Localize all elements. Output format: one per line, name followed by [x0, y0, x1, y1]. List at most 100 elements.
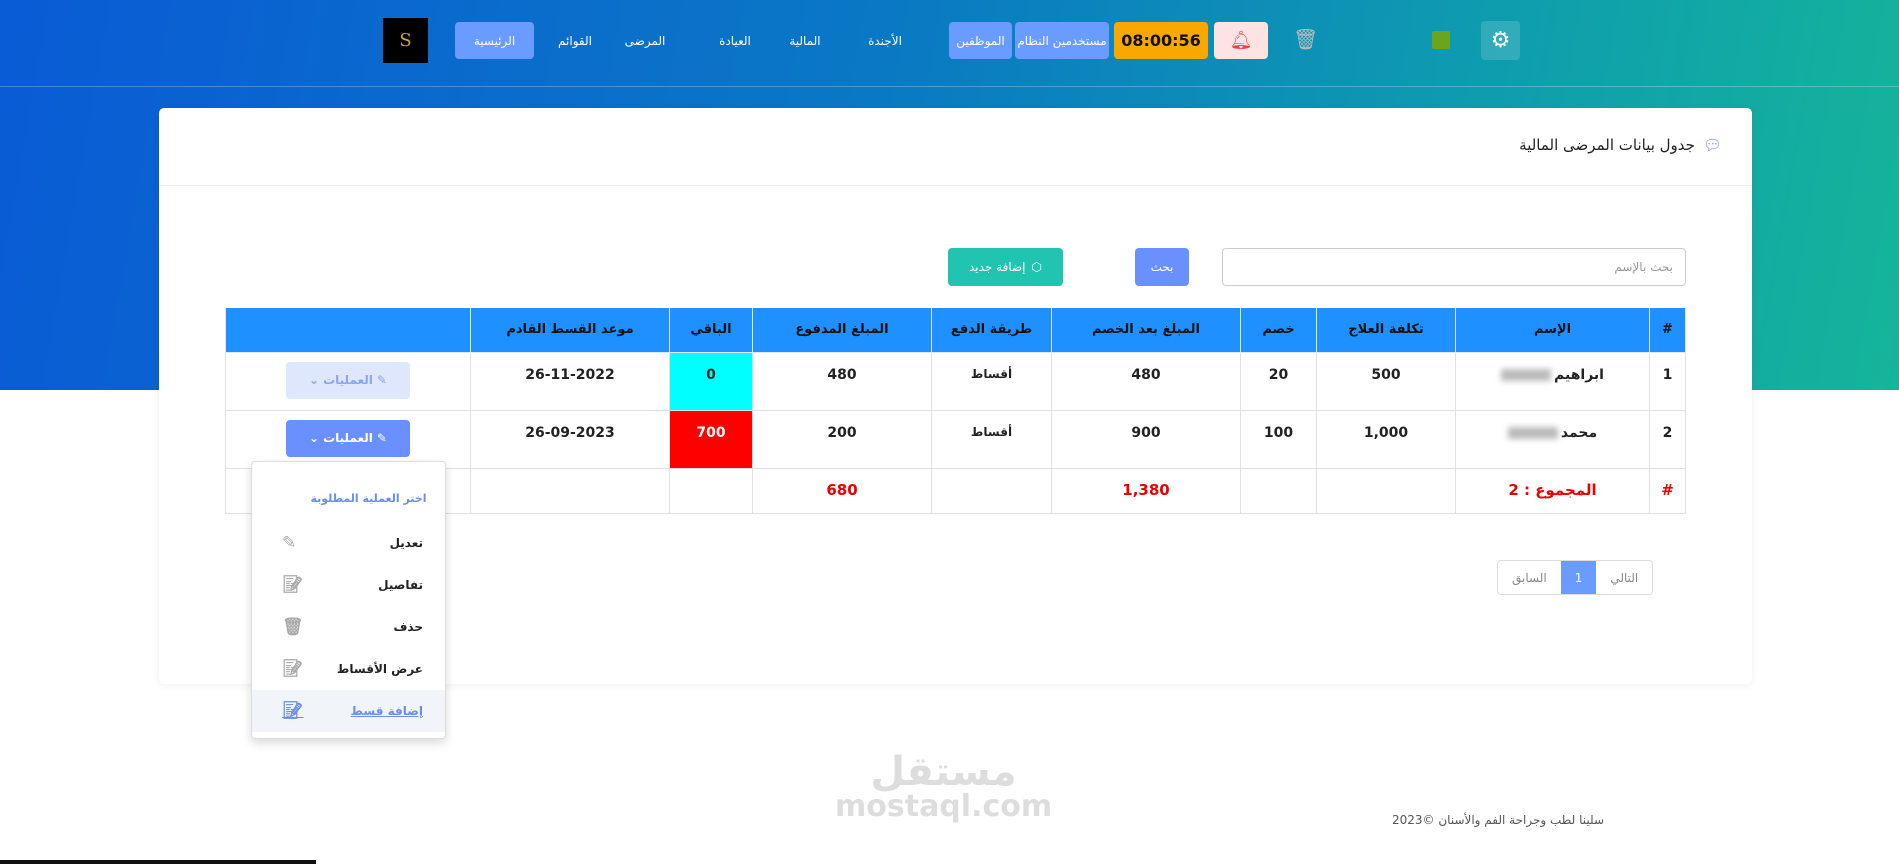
blurred-surname	[1501, 368, 1552, 381]
pen-icon: ✎	[376, 373, 387, 387]
nav-clinic[interactable]: العيادة	[710, 22, 760, 59]
prev-page-button[interactable]: السابق	[1498, 561, 1561, 594]
chevron-down-icon: ⌄	[309, 431, 320, 445]
empty-cell	[470, 467, 670, 514]
cell-remaining: 700	[669, 409, 753, 469]
cell-paid: 200	[752, 409, 932, 469]
empty-cell	[1240, 467, 1317, 514]
col-actions	[225, 308, 471, 353]
cell-after: 480	[1051, 351, 1241, 411]
col-index: #	[1649, 308, 1686, 353]
col-discount: خصم	[1240, 308, 1317, 353]
cell-after: 900	[1051, 409, 1241, 469]
header-divider	[0, 86, 1899, 87]
pencil-icon: ✎	[282, 533, 297, 553]
table-row: 2 محمد 1,000 100 900 أقساط 200 700 26-09…	[225, 409, 1686, 469]
menu-item-delete[interactable]: حذف 🗑︎	[252, 606, 445, 648]
cell-name: محمد	[1455, 409, 1650, 469]
add-new-label: إضافة جديد	[969, 260, 1026, 274]
menu-item-edit[interactable]: تعديل ✎	[252, 522, 445, 564]
operations-menu: اختر العملية المطلوبة تعديل ✎ تفاصيل 📝︎ حذ…	[251, 461, 446, 739]
total-after-discount: 1,380	[1051, 467, 1241, 514]
cell-actions: ✎ العمليات ⌄	[225, 409, 471, 469]
edit-note-icon: 📝︎	[282, 701, 304, 721]
cell-paid: 480	[752, 351, 932, 411]
saudi-flag-icon[interactable]	[1432, 31, 1450, 49]
bell-icon[interactable]: 🔔︎	[1214, 22, 1268, 59]
cell-cost: 500	[1316, 351, 1456, 411]
empty-cell	[931, 467, 1052, 514]
nav-patients[interactable]: المرضى	[620, 22, 670, 59]
col-next-installment: موعد القسط القادم	[470, 308, 670, 353]
menu-label: حذف	[393, 620, 423, 634]
watermark-en: mostaql.com	[835, 789, 1053, 824]
col-remaining: الباقي	[669, 308, 753, 353]
menu-label: إضافة قسط	[350, 704, 423, 718]
operations-dropdown[interactable]: ✎ العمليات ⌄	[286, 361, 410, 399]
page-title: جدول بيانات المرضى المالية	[1519, 136, 1695, 154]
footer-copyright: سلينا لطب وجراحة الفم والأسنان ©2023	[1392, 813, 1605, 827]
col-after-discount: المبلغ بعد الخصم	[1051, 308, 1241, 353]
page-1-button[interactable]: 1	[1560, 561, 1597, 594]
menu-item-details[interactable]: تفاصيل 📝︎	[252, 564, 445, 606]
gear-icon[interactable]: ⚙	[1481, 21, 1520, 60]
total-hash: #	[1649, 467, 1686, 514]
total-paid: 680	[752, 467, 932, 514]
table-row: 1 ابراهيم 500 20 480 أقساط 480 0 26-11-2…	[225, 351, 1686, 411]
cell-discount: 100	[1240, 409, 1317, 469]
next-page-button[interactable]: التالي	[1596, 561, 1652, 594]
cell-next: 26-09-2023	[470, 409, 670, 469]
cell-index: 1	[1649, 351, 1686, 411]
nav-home[interactable]: الرئيسية	[455, 22, 534, 59]
clinic-logo[interactable]: S	[383, 18, 428, 63]
empty-cell	[1316, 467, 1456, 514]
operations-dropdown[interactable]: ✎ العمليات ⌄	[286, 419, 410, 457]
nav-finance[interactable]: المالية	[780, 22, 830, 59]
cell-name: ابراهيم	[1455, 351, 1650, 411]
menu-header: اختر العملية المطلوبة	[310, 492, 427, 505]
col-name: الإسم	[1455, 308, 1650, 353]
nav-system-users[interactable]: مستخدمين النظام	[1015, 22, 1109, 59]
col-payment-method: طريقة الدفع	[931, 308, 1052, 353]
bottom-bar	[0, 860, 316, 864]
clock: 08:00:56	[1114, 22, 1208, 59]
patient-name: محمد	[1560, 424, 1598, 441]
empty-cell	[669, 467, 753, 514]
total-count: المجموع : 2	[1455, 467, 1650, 514]
menu-item-add-installment[interactable]: إضافة قسط 📝︎	[252, 690, 445, 732]
menu-label: تعديل	[389, 536, 423, 550]
pen-icon: ✎	[376, 431, 387, 445]
trash-icon[interactable]: 🗑︎	[1293, 27, 1318, 51]
pagination: السابق 1 التالي	[1497, 560, 1654, 595]
edit-note-icon: 📝︎	[282, 575, 304, 595]
menu-item-installments[interactable]: عرض الأقساط 📝︎	[252, 648, 445, 690]
card-header: 💬︎ جدول بيانات المرضى المالية	[1519, 136, 1722, 154]
trash-icon: 🗑︎	[282, 617, 304, 637]
cell-method: أقساط	[931, 409, 1052, 469]
search-button[interactable]: بحث	[1135, 248, 1189, 286]
cell-remaining: 0	[669, 351, 753, 411]
patient-name: ابراهيم	[1554, 366, 1604, 383]
operations-label: العمليات	[323, 431, 373, 445]
chevron-down-icon: ⌄	[309, 373, 320, 387]
box-icon: ⬡	[1031, 260, 1043, 274]
nav-agenda[interactable]: الأجندة	[860, 22, 910, 59]
col-cost: تكلفة العلاج	[1316, 308, 1456, 353]
blurred-surname	[1507, 426, 1558, 439]
cell-discount: 20	[1240, 351, 1317, 411]
cell-actions: ✎ العمليات ⌄	[225, 351, 471, 411]
cell-cost: 1,000	[1316, 409, 1456, 469]
nav-lists[interactable]: القوائم	[550, 22, 600, 59]
col-paid: المبلغ المدفوع	[752, 308, 932, 353]
cell-index: 2	[1649, 409, 1686, 469]
chat-icon: 💬︎	[1702, 136, 1722, 154]
cell-next: 26-11-2022	[470, 351, 670, 411]
edit-note-icon: 📝︎	[282, 659, 304, 679]
add-new-button[interactable]: ⬡ إضافة جديد	[948, 248, 1063, 286]
operations-label: العمليات	[323, 373, 373, 387]
cell-method: أقساط	[931, 351, 1052, 411]
nav-employees[interactable]: الموظفين	[949, 22, 1012, 59]
search-input[interactable]	[1222, 248, 1686, 286]
menu-label: عرض الأقساط	[336, 662, 423, 676]
divider	[159, 185, 1752, 186]
